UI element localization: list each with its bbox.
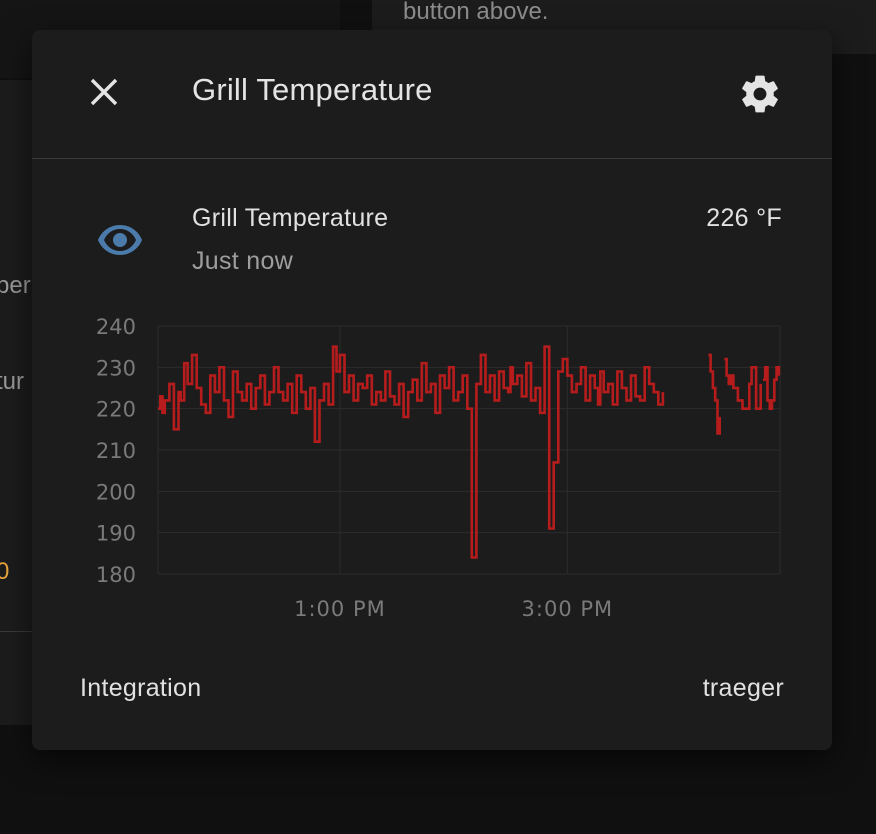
dialog-title: Grill Temperature (192, 72, 433, 107)
y-tick-label: 220 (96, 398, 136, 422)
temperature-series-line (724, 357, 762, 410)
temperature-series-line (708, 353, 721, 435)
entity-state: 226 °F (706, 204, 782, 232)
eye-icon (98, 225, 142, 255)
entity-last-changed[interactable]: Just now (192, 247, 293, 276)
y-tick-label: 230 (96, 356, 136, 380)
background-fragment-2: tur (0, 368, 25, 395)
y-tick-label: 240 (96, 315, 136, 339)
header-divider (32, 158, 832, 159)
y-tick-label: 190 (96, 522, 136, 546)
history-chart-svg[interactable]: 240 230 220 210 200 190 180 1:00 PM 3:00 PM (32, 300, 832, 640)
background-fragment-1: per (0, 272, 31, 299)
background-divider (0, 631, 34, 632)
y-tick-label: 200 (96, 480, 136, 504)
attribute-value: traeger (702, 674, 784, 702)
temperature-series-line (158, 345, 665, 559)
attribute-row-integration: Integration traeger (32, 660, 832, 716)
gear-icon (742, 75, 778, 113)
more-info-dialog: Grill Temperature Grill Temperature Just… (32, 30, 832, 750)
dialog-header: Grill Temperature (32, 30, 832, 158)
y-tick-label: 180 (96, 563, 136, 587)
y-tick-label: 210 (96, 439, 136, 463)
entity-row: Grill Temperature Just now 226 °F (32, 190, 832, 290)
background-text-top: button above. (403, 0, 549, 25)
close-button[interactable] (80, 68, 128, 116)
x-tick-label: 1:00 PM (294, 597, 386, 621)
x-tick-label: 3:00 PM (522, 597, 614, 621)
close-icon (90, 78, 118, 106)
attribute-label: Integration (80, 674, 202, 702)
temperature-series-line (762, 366, 781, 410)
background-card-left (0, 80, 34, 725)
background-fragment-3: 0 (0, 558, 10, 585)
settings-button[interactable] (732, 68, 788, 120)
history-chart[interactable]: 240 230 220 210 200 190 180 1:00 PM 3:00 PM (32, 300, 832, 640)
entity-name: Grill Temperature (192, 204, 389, 232)
